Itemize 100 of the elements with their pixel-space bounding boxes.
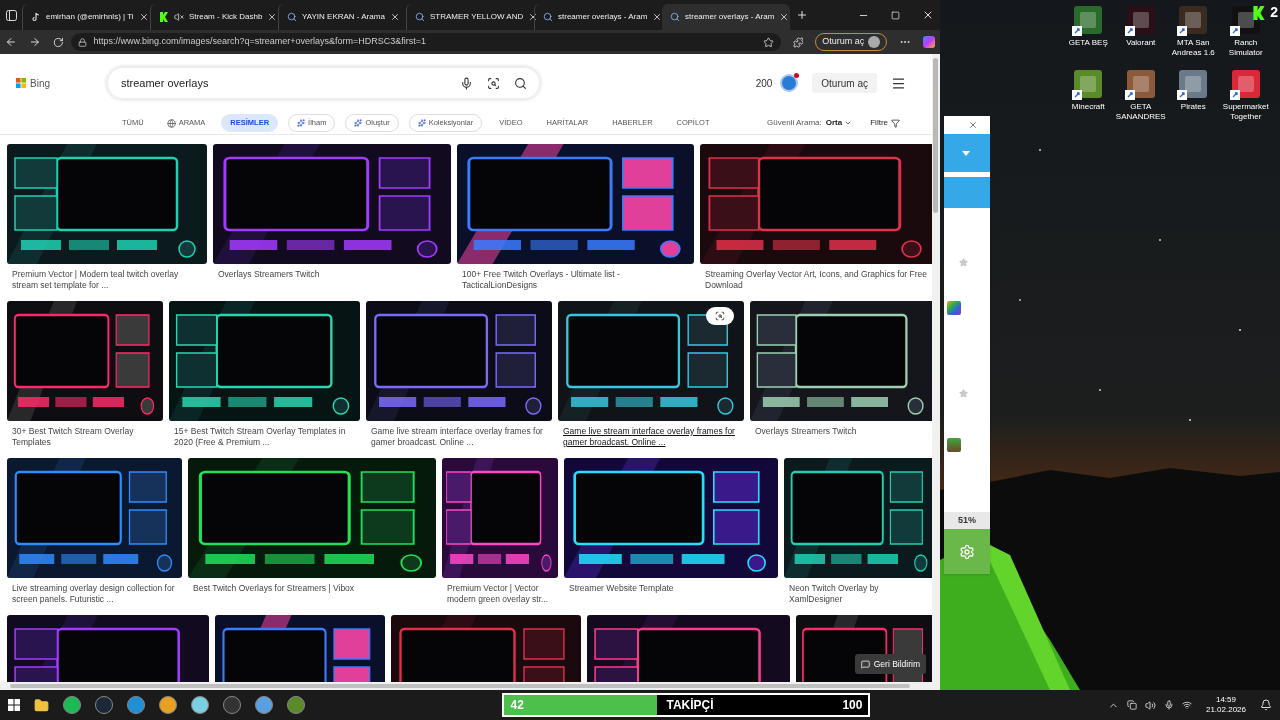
four-squares-logo-icon	[16, 78, 26, 88]
globe-icon	[166, 118, 176, 128]
close-icon[interactable]	[138, 12, 149, 22]
image-caption[interactable]: Streamer Website Template	[564, 583, 778, 594]
browser-tab[interactable]: streamer overlays - Aram	[662, 4, 790, 30]
tab-title: streamer overlays - Aram	[558, 11, 648, 23]
chip-icon	[297, 119, 306, 127]
chip-icon	[417, 119, 426, 127]
image-caption[interactable]: Live streaming overlay design collection for screen panels. Futuristic ...	[7, 583, 182, 605]
search-icon	[287, 12, 297, 22]
vertical-scrollbar[interactable]	[933, 58, 938, 213]
notification-icon[interactable]	[1260, 699, 1272, 711]
follower-count: 42	[510, 697, 525, 714]
app-icon[interactable]	[191, 696, 209, 714]
search-icon	[670, 12, 680, 22]
app-icon[interactable]	[1124, 4, 1157, 36]
address-bar[interactable]: https://www.bing.com/images/search?q=streamer+overlays&form=HDRSC3&first=1	[71, 33, 781, 51]
close-icon[interactable]	[652, 12, 663, 22]
desktop-icon-label[interactable]: Supermarket Together	[1219, 102, 1272, 122]
app-icon[interactable]	[1124, 68, 1157, 100]
favorite-icon[interactable]	[762, 36, 774, 48]
points-count: 200	[755, 76, 773, 91]
chip-icon	[354, 119, 363, 127]
app-icon[interactable]	[63, 696, 81, 714]
extensions-icon[interactable]	[792, 36, 804, 48]
horizontal-scrollbar[interactable]	[10, 684, 910, 688]
image-caption[interactable]: 30+ Best Twitch Stream Overlay Templates	[7, 426, 163, 448]
visual-search-icon[interactable]	[487, 76, 500, 90]
app-icon[interactable]	[1177, 4, 1210, 36]
safe-search-dropdown[interactable]: Orta	[825, 117, 853, 129]
desktop-icon-label[interactable]: MTA San Andreas 1.6	[1167, 38, 1220, 58]
star-icon[interactable]	[959, 258, 968, 267]
search-icon[interactable]	[514, 76, 527, 90]
clock-time[interactable]: 14:59	[1215, 695, 1236, 705]
meet-icon[interactable]	[1126, 700, 1137, 710]
image-caption[interactable]: Neon Twitch Overlay by XamlDesigner	[784, 583, 932, 605]
image-caption[interactable]: 15+ Best Twitch Stream Overlay Templates in 2020 (Free & Premium ...	[169, 426, 360, 448]
avatar-icon	[868, 36, 881, 48]
k-logo-icon	[1252, 5, 1267, 20]
lock-icon	[78, 37, 88, 47]
cube-icon	[947, 438, 961, 452]
tab-title: YAYIN EKRAN - Arama	[302, 11, 385, 23]
desktop-icon-label[interactable]: Minecraft	[1062, 102, 1115, 112]
desktop-icon-label[interactable]: Pirates	[1167, 102, 1220, 112]
logo-text[interactable]: Bing	[30, 75, 50, 91]
image-caption[interactable]: Premium Vector | Modern teal twitch overlay stream set template for ...	[7, 269, 207, 291]
app-icon[interactable]	[1072, 4, 1105, 36]
visual-search-icon	[715, 311, 725, 321]
goal-count: 100	[842, 697, 863, 714]
close-icon[interactable]	[779, 12, 790, 22]
sparkle-icon[interactable]	[923, 36, 935, 48]
close-icon[interactable]	[267, 12, 278, 22]
filter-icon	[891, 118, 900, 128]
app-icon[interactable]	[255, 696, 273, 714]
desktop-icon-label[interactable]: Ranch Simulator	[1219, 38, 1272, 58]
star-icon[interactable]	[959, 389, 968, 398]
caret-icon[interactable]	[962, 150, 970, 156]
tab-title: STRAMER YELLOW AND	[430, 11, 524, 23]
reload-icon[interactable]	[52, 36, 64, 48]
app-icon[interactable]	[1072, 68, 1105, 100]
app-icon[interactable]	[1229, 68, 1262, 100]
corner-count: 2	[1270, 3, 1278, 22]
image-caption[interactable]: Overlays Streamers Twitch	[213, 269, 451, 280]
rewards-icon[interactable]	[780, 74, 799, 92]
sign-in-button[interactable]: Oturum aç	[812, 73, 877, 93]
note-icon	[31, 12, 41, 22]
close-icon[interactable]	[922, 9, 934, 21]
search-icon	[543, 12, 553, 22]
image-caption[interactable]: Overlays Streamers Twitch	[750, 426, 932, 437]
image-caption[interactable]: Game live stream interface overlay frames for gamer broadcast. Online ...	[558, 426, 744, 448]
image-caption[interactable]: 100+ Free Twitch Overlays - Ultimate list - TacticalLionDesigns	[457, 269, 694, 291]
forward-icon[interactable]	[28, 36, 41, 48]
desktop-icon-label[interactable]: GETA BEŞ	[1062, 38, 1115, 48]
menu-icon[interactable]	[891, 75, 906, 91]
clock-date[interactable]: 21.02.2026	[1205, 705, 1246, 715]
image-caption[interactable]: Premium Vector | Vector modern green overlay str...	[442, 583, 558, 605]
close-icon[interactable]	[389, 12, 400, 22]
microphone-icon[interactable]	[1163, 700, 1174, 710]
app-icon[interactable]	[159, 696, 177, 714]
maximize-icon[interactable]	[891, 10, 900, 20]
muted-speaker-icon[interactable]	[174, 12, 184, 22]
image-caption[interactable]: Best Twitch Overlays for Streamers | Vibox	[188, 583, 436, 594]
speaker-icon[interactable]	[1144, 699, 1156, 711]
close-icon[interactable]	[528, 12, 539, 22]
tab-title: Stream - Kick Dashb	[189, 11, 263, 23]
filter-button[interactable]: Filtre	[870, 117, 900, 129]
microphone-icon[interactable]	[460, 76, 473, 90]
new-tab-icon[interactable]	[796, 9, 808, 21]
visual-search-button[interactable]	[706, 307, 734, 325]
image-caption[interactable]: Game live stream interface overlay frames for gamer broadcast. Online ...	[366, 426, 552, 448]
desktop-icon-label[interactable]: Valorant	[1114, 38, 1167, 48]
network-icon[interactable]	[1181, 700, 1192, 710]
start-icon[interactable]	[8, 699, 20, 711]
back-icon[interactable]	[5, 36, 17, 48]
folder-icon[interactable]	[34, 697, 49, 713]
percent-label: 51%	[958, 513, 976, 527]
desktop-icon-label[interactable]: GETA SANANDRES	[1114, 102, 1167, 122]
tab-actions-icon[interactable]	[5, 9, 17, 21]
image-caption[interactable]: Streaming Overlay Vector Art, Icons, and Graphics for Free Download	[700, 269, 932, 291]
app-icon[interactable]	[1177, 68, 1210, 100]
